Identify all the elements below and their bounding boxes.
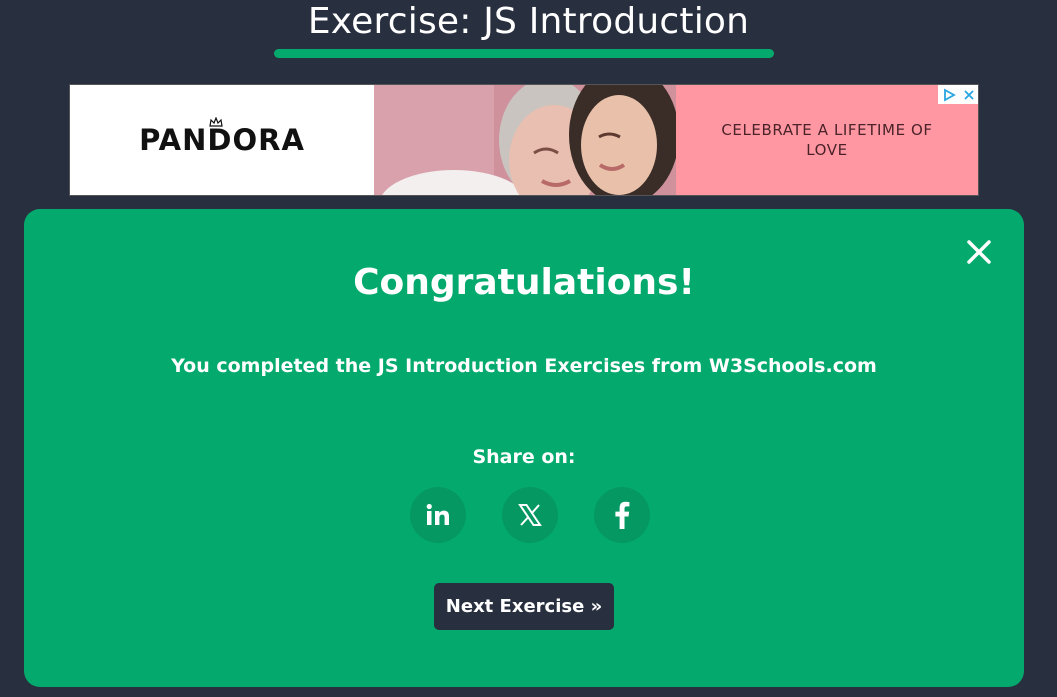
share-linkedin-button[interactable] [410,487,466,543]
ad-photo [374,85,676,195]
ad-slogan: CELEBRATE A LIFETIME OF LOVE [676,85,978,195]
ad-brand-logo: PANDORA [139,123,305,157]
linkedin-icon [426,503,449,525]
share-x-button[interactable] [502,487,558,543]
next-exercise-button[interactable]: Next Exercise » [434,583,614,630]
crown-icon [209,117,223,127]
ad-brand-panel: PANDORA [70,85,374,195]
close-icon[interactable] [963,89,975,101]
share-label: Share on: [472,446,576,468]
share-facebook-button[interactable] [594,487,650,543]
x-icon [518,504,542,526]
title-underline [274,49,774,58]
advertisement-banner[interactable]: PANDORA CELEBRATE A LIFETIME OF LOVE [69,84,979,196]
page-title: Exercise: JS Introduction [307,1,750,42]
ad-photo-illustration [374,85,676,195]
dialog-heading: Congratulations! [353,262,695,303]
completion-message: You completed the JS Introduction Exerci… [171,355,877,377]
completion-dialog: Congratulations! You completed the JS In… [24,209,1024,687]
facebook-icon [615,501,630,529]
adchoices-icon[interactable] [942,87,956,102]
share-buttons [410,487,650,543]
ad-choices[interactable] [938,85,978,104]
page: Exercise: JS Introduction PANDORA CELEBR… [0,0,1057,697]
